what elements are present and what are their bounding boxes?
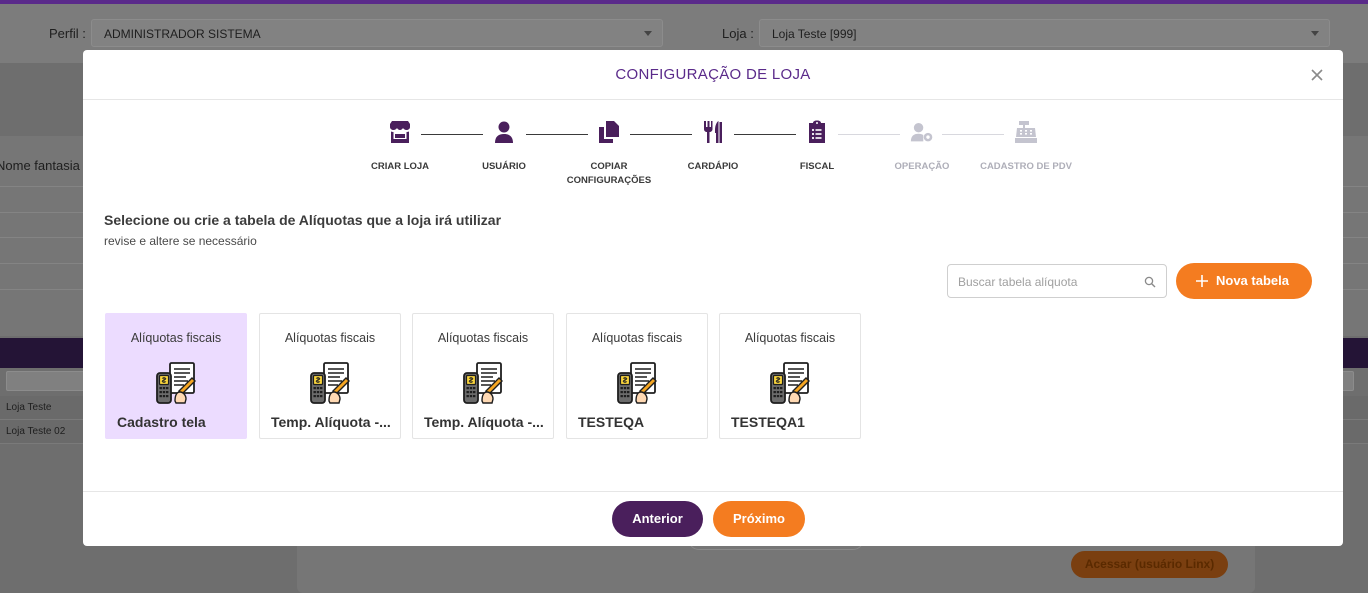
copy-icon [599, 121, 619, 143]
tax-document-icon [617, 362, 657, 404]
user-icon [495, 121, 513, 143]
modal-title: CONFIGURAÇÃO DE LOJA [615, 66, 811, 83]
next-button[interactable]: Próximo [713, 501, 805, 537]
search-icon[interactable] [1144, 276, 1156, 288]
step-label: COPIAR CONFIGURAÇÕES [566, 161, 652, 186]
nome-fantasia-label: Nome fantasia : [0, 158, 88, 173]
section-subheading: revise e altere se necessário [104, 234, 257, 248]
utensils-icon [704, 121, 722, 143]
chevron-down-icon [644, 31, 652, 36]
store-icon [390, 121, 410, 143]
step-label: CADASTRO DE PDV [980, 161, 1072, 172]
step-label: FISCAL [799, 161, 835, 172]
tax-table-tile[interactable]: Alíquotas fiscais Temp. Alíquota -... [412, 313, 554, 439]
loja-select[interactable]: Loja Teste [999] [759, 19, 1330, 47]
step-label: OPERAÇÃO [894, 161, 950, 172]
store-config-modal: CONFIGURAÇÃO DE LOJA CRIAR LOJA USUÁRIO [83, 50, 1343, 546]
user-cog-icon [910, 123, 933, 142]
previous-button[interactable]: Anterior [612, 501, 703, 537]
perfil-label: Perfil : [49, 26, 86, 41]
tile-name: TESTEQA [578, 414, 645, 430]
perfil-value: ADMINISTRADOR SISTEMA [104, 27, 261, 41]
step-connector [526, 134, 588, 135]
tax-document-icon [463, 362, 503, 404]
step-connector [942, 134, 1004, 135]
step-label: CRIAR LOJA [370, 161, 430, 172]
modal-header: CONFIGURAÇÃO DE LOJA [83, 50, 1343, 100]
tax-table-tile[interactable]: Alíquotas fiscais TESTEQA [566, 313, 708, 439]
tax-document-icon [156, 362, 196, 404]
loja-label: Loja : [722, 26, 754, 41]
tile-category: Alíquotas fiscais [130, 331, 222, 345]
cash-register-icon [1015, 121, 1037, 143]
clipboard-list-icon [809, 120, 825, 143]
chevron-down-icon [1311, 31, 1319, 36]
new-table-label: Nova tabela [1216, 273, 1289, 288]
row-label: Loja Teste 02 [6, 426, 66, 437]
step-label: USUÁRIO [482, 161, 526, 172]
step-label: CARDÁPIO [687, 161, 739, 172]
close-icon[interactable] [1307, 65, 1327, 85]
plus-icon [1196, 275, 1208, 287]
access-linx-button[interactable]: Acessar (usuário Linx) [1071, 551, 1228, 578]
loja-value: Loja Teste [999] [772, 27, 857, 41]
row-label: Loja Teste [6, 402, 52, 413]
tax-document-icon [770, 362, 810, 404]
tile-category: Alíquotas fiscais [591, 331, 683, 345]
tax-table-tile[interactable]: Alíquotas fiscais Temp. Alíquota -... [259, 313, 401, 439]
tile-category: Alíquotas fiscais [284, 331, 376, 345]
search-field[interactable] [947, 264, 1167, 298]
step-connector [734, 134, 796, 135]
search-input[interactable] [958, 273, 1138, 291]
step-connector [421, 134, 483, 135]
new-table-button[interactable]: Nova tabela [1176, 263, 1312, 299]
step-connector [838, 134, 900, 135]
perfil-select[interactable]: ADMINISTRADOR SISTEMA [91, 19, 663, 47]
tile-category: Alíquotas fiscais [437, 331, 529, 345]
step-connector [630, 134, 692, 135]
tax-table-tile[interactable]: Alíquotas fiscais Cadastro tela [105, 313, 247, 439]
tile-category: Alíquotas fiscais [744, 331, 836, 345]
tile-name: Temp. Alíquota -... [271, 414, 391, 430]
tile-name: Cadastro tela [117, 414, 206, 430]
tile-name: TESTEQA1 [731, 414, 805, 430]
tax-document-icon [310, 362, 350, 404]
tile-name: Temp. Alíquota -... [424, 414, 544, 430]
section-heading: Selecione ou crie a tabela de Alíquotas … [104, 212, 502, 228]
tax-table-tile[interactable]: Alíquotas fiscais TESTEQA1 [719, 313, 861, 439]
